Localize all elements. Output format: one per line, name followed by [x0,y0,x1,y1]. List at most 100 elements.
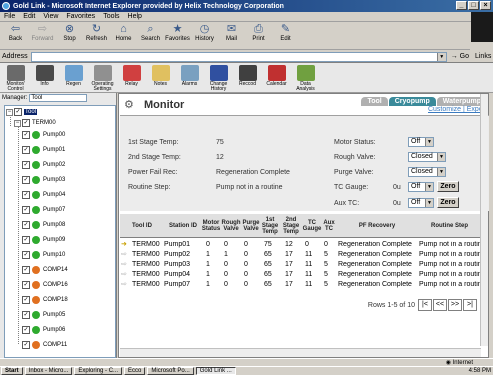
tree-root-checkbox[interactable]: ✓ [14,108,22,116]
tab-tool[interactable]: Tool [361,97,388,106]
collapse-icon[interactable]: − [14,119,21,127]
edit-button[interactable]: ✎ Edit [272,22,299,48]
task-ecco[interactable]: Ecco [124,367,146,375]
task-powerpoint[interactable]: Microsoft Po... [147,367,194,375]
tree-item-checkbox[interactable]: ✓ [22,326,30,334]
tab-cryopump[interactable]: Cryopump [388,97,436,106]
forward-button[interactable]: ⇨ Forward [29,22,56,48]
table-row[interactable]: ⇨ TERM00 Pump04 1 0 0 65 17 11 5 Regeneration Comp… [120,270,481,280]
col-station-id[interactable]: Station ID [164,214,202,238]
menu-edit[interactable]: Edit [23,13,35,20]
start-button[interactable]: Start [1,367,23,375]
tc-gauge-select[interactable]: Off ▼ [408,182,434,192]
tree-item-checkbox[interactable]: ✓ [22,221,30,229]
minimize-button[interactable]: _ [456,1,467,10]
tree-item[interactable]: ✓ Pump10 [22,250,65,260]
task-gold-link[interactable]: Gold Link ... [195,367,236,375]
tree-item[interactable]: ✓ COMP14 [22,265,68,275]
app-toolbar-item[interactable]: Alarms [175,63,204,93]
col-tool-id[interactable]: Tool ID [120,214,164,238]
tc-gauge-zero-button[interactable]: Zero [437,181,459,192]
search-button[interactable]: ⌕ Search [137,22,164,48]
menu-view[interactable]: View [43,13,58,20]
app-toolbar-item[interactable]: Regen [59,63,88,93]
menu-tools[interactable]: Tools [103,13,119,20]
tree-item[interactable]: ✓ COMP11 [22,340,67,350]
col-routine-step[interactable]: Routine Step [418,214,481,238]
tree-group-checkbox[interactable]: ✓ [22,119,30,127]
address-dropdown-icon[interactable]: ▼ [436,52,446,61]
app-toolbar-item[interactable]: Operating Settings [88,63,117,93]
app-toolbar-item[interactable]: Calendar [262,63,291,93]
table-row[interactable]: ⇨ TERM00 Pump03 1 0 0 65 17 11 5 Regeneration Comp… [120,260,481,270]
back-button[interactable]: ⇦ Back [2,22,29,48]
col-tc-gauge[interactable]: TC Gauge [302,214,322,238]
tree-item-checkbox[interactable]: ✓ [22,191,30,199]
tree-item[interactable]: ✓ Pump04 [22,190,65,200]
tree-item-checkbox[interactable]: ✓ [22,146,30,154]
stop-button[interactable]: ⊗ Stop [56,22,83,48]
table-row[interactable]: ⇨ TERM00 Pump02 1 1 0 65 17 11 5 Regeneration Comp… [120,250,481,260]
tree-item[interactable]: ✓ Pump01 [22,145,65,155]
tree-item-checkbox[interactable]: ✓ [22,341,30,349]
app-toolbar-item[interactable]: Reccod [233,63,262,93]
manager-select[interactable]: Tool [29,94,88,102]
col-aux-tc[interactable]: Aux TC [322,214,336,238]
tree-item[interactable]: ✓ Pump00 [22,130,65,140]
app-toolbar-item[interactable]: Notes [146,63,175,93]
tree-item-checkbox[interactable]: ✓ [22,296,30,304]
aux-tc-select[interactable]: Off ▼ [408,198,434,208]
tree-item-checkbox[interactable]: ✓ [22,311,30,319]
home-button[interactable]: ⌂ Home [110,22,137,48]
col-motor-status[interactable]: Motor Status [202,214,220,238]
tree-item[interactable]: ✓ Pump05 [22,310,65,320]
app-toolbar-item[interactable]: Info [30,63,59,93]
app-toolbar-item[interactable]: Change History [204,63,233,93]
tree-item[interactable]: ✓ COMP18 [22,295,68,305]
col-2nd-stage-temp[interactable]: 2nd Stage Temp [280,214,302,238]
table-row[interactable]: ⇨ TERM00 Pump07 1 0 0 65 17 11 5 Regeneration Comp… [120,280,481,290]
col-rough-valve[interactable]: Rough Valve [220,214,242,238]
collapse-icon[interactable]: − [6,108,13,116]
tree-item[interactable]: ✓ Pump02 [22,160,65,170]
maximize-button[interactable]: □ [468,1,479,10]
favorites-button[interactable]: ★ Favorites [164,22,191,48]
customize-export-links[interactable]: Customize | Export [428,106,487,113]
tree-group[interactable]: − ✓ TERM00 [14,118,56,128]
col-1st-stage-temp[interactable]: 1st Stage Temp [260,214,280,238]
horizontal-scrollbar[interactable] [120,348,481,357]
tree-item-checkbox[interactable]: ✓ [22,236,30,244]
last-page-button[interactable]: >| [463,299,477,311]
task-exploring[interactable]: Exploring - C... [74,367,123,375]
close-button[interactable]: × [480,1,491,10]
tree-item[interactable]: ✓ Pump07 [22,205,65,215]
go-button[interactable]: → Go [451,53,469,60]
app-toolbar-item[interactable]: Relay [117,63,146,93]
tree-item-checkbox[interactable]: ✓ [22,161,30,169]
tree-item[interactable]: ✓ Pump06 [22,325,65,335]
app-toolbar-item[interactable]: Monitor/ Control [1,63,30,93]
tree-item[interactable]: ✓ Pump09 [22,235,65,245]
tree-item-checkbox[interactable]: ✓ [22,176,30,184]
aux-tc-zero-button[interactable]: Zero [437,197,459,208]
task-inbox[interactable]: Inbox - Micro... [24,367,73,375]
address-input[interactable]: ▼ [30,51,447,62]
next-page-button[interactable]: >> [448,299,462,311]
prev-page-button[interactable]: << [433,299,447,311]
history-button[interactable]: ◷ History [191,22,218,48]
links-button[interactable]: Links [475,53,491,60]
tree-item-checkbox[interactable]: ✓ [22,281,30,289]
app-toolbar-item[interactable]: Data Analysis [291,63,320,93]
tree-item-checkbox[interactable]: ✓ [22,251,30,259]
mail-button[interactable]: ✉ Mail [218,22,245,48]
col-purge-valve[interactable]: Purge Valve [242,214,260,238]
tree-item[interactable]: ✓ Pump08 [22,220,65,230]
table-row[interactable]: ➜ TERM00 Pump01 0 0 0 75 12 0 0 Regeneration Compl… [120,240,481,250]
print-button[interactable]: ⎙ Print [245,22,272,48]
first-page-button[interactable]: |< [418,299,432,311]
vertical-scrollbar[interactable] [480,94,488,346]
tree-root[interactable]: − ✓ Tool [6,107,38,117]
col-pf-recovery[interactable]: PF Recovery [336,214,418,238]
menu-file[interactable]: File [4,13,15,20]
tree-item[interactable]: ✓ Pump03 [22,175,65,185]
